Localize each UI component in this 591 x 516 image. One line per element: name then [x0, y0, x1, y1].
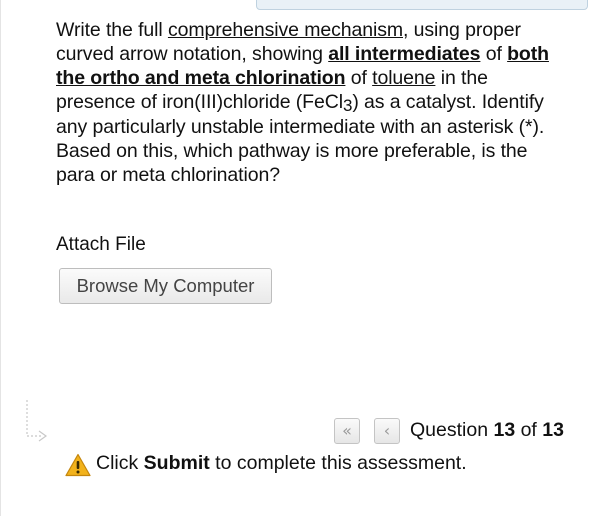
total-question-number: 13 — [542, 419, 564, 441]
counter-of: of — [515, 419, 543, 441]
instruction-suffix: to complete this assessment. — [209, 452, 467, 474]
question-text-part: of — [345, 67, 373, 89]
all-intermediates-emphasis: all intermediates — [328, 43, 481, 65]
top-tab — [256, 0, 588, 10]
subscript-3: 3 — [342, 96, 353, 115]
question-text: Write the full comprehensive mechanism, … — [56, 18, 556, 187]
toluene-link[interactable]: toluene — [372, 67, 435, 89]
chevron-left-icon: ‹ — [383, 421, 391, 440]
first-question-button[interactable]: « — [334, 418, 360, 444]
current-question-number: 13 — [493, 419, 516, 441]
tree-connector-icon — [26, 400, 48, 442]
instruction-prefix: Click — [96, 452, 144, 474]
previous-question-button[interactable]: ‹ — [374, 418, 400, 444]
browse-my-computer-button[interactable]: Browse My Computer — [59, 268, 272, 304]
counter-prefix: Question — [410, 419, 494, 441]
attach-file-label: Attach File — [56, 234, 146, 255]
question-text-part: of — [480, 43, 508, 65]
double-chevron-left-icon: « — [342, 421, 352, 440]
assessment-panel: Write the full comprehensive mechanism, … — [0, 0, 591, 516]
question-counter: Question 13 of 13 — [410, 419, 564, 442]
submit-instruction-text: Click Submit to complete this assessment… — [96, 452, 467, 475]
warning-triangle-icon — [65, 453, 91, 477]
question-text-part: Write the full — [56, 19, 168, 41]
submit-word: Submit — [143, 452, 210, 474]
comprehensive-mechanism-link[interactable]: comprehensive mechanism — [168, 19, 403, 41]
